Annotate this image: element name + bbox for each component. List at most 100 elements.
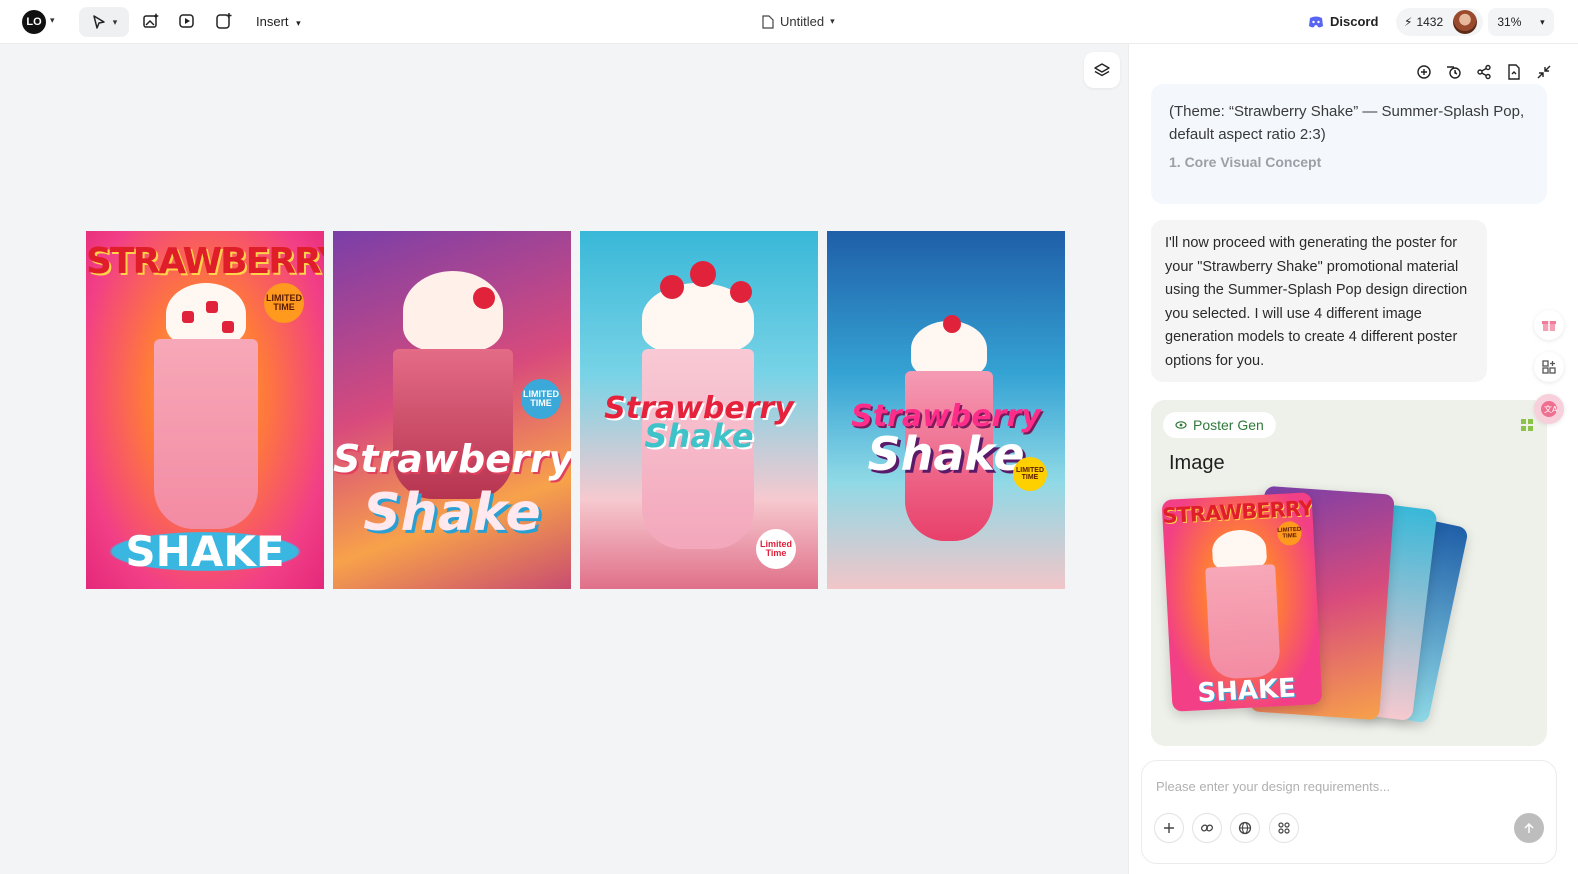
stacked-poster-1[interactable]: STRAWBERRY LIMITED TIME SHAKE <box>1161 492 1323 712</box>
assistant-panel: (Theme: “Strawberry Shake” — Summer-Spla… <box>1128 44 1578 874</box>
poster-gen-tag: Poster Gen <box>1163 412 1276 438</box>
document-title-menu[interactable]: Untitled ▾ <box>762 14 835 29</box>
top-toolbar: LO ▾ ▾ Insert ▾ Untitled ▾ Discord ⚡ 143… <box>0 0 1578 44</box>
strawberry-piece <box>206 301 218 313</box>
gift-icon <box>1542 321 1556 331</box>
zoom-level: 31% <box>1497 15 1522 29</box>
image-sparkle-icon <box>143 13 159 28</box>
frame-plus-icon <box>216 13 232 29</box>
strawberry-piece <box>690 261 716 287</box>
whipped-cream <box>166 283 246 345</box>
limited-time-badge: LIMITED TIME <box>521 379 561 419</box>
poster-gen-card[interactable]: Poster Gen Image STRAWBERRY LIMITED TIME… <box>1151 400 1547 746</box>
stack-badge: LIMITED TIME <box>1276 520 1303 547</box>
grid-icon[interactable] <box>1521 418 1533 436</box>
insert-label: Insert <box>256 14 289 29</box>
app-logo[interactable]: LO <box>22 10 46 34</box>
prompt-input[interactable] <box>1156 775 1536 797</box>
share-icon <box>1477 64 1491 80</box>
file-icon <box>1508 64 1520 80</box>
poster-option-3[interactable]: Strawberry Shake Limited Time <box>580 231 818 589</box>
chat-message-theme: (Theme: “Strawberry Shake” — Summer-Spla… <box>1151 84 1547 204</box>
poster-title-top: Strawberry <box>333 437 571 481</box>
poster-title-bottom: Shake <box>644 417 754 455</box>
strawberry-piece <box>730 281 752 303</box>
arrow-up-icon <box>1524 822 1534 833</box>
poster-gen-label: Poster Gen <box>1193 417 1264 433</box>
chat-plus-icon <box>1417 65 1431 79</box>
svg-text:文A: 文A <box>1544 404 1558 414</box>
history-icon <box>1447 66 1461 79</box>
video-gen-button[interactable] <box>176 10 198 32</box>
strawberry-piece <box>182 311 194 323</box>
eye-icon <box>1175 421 1187 429</box>
insert-menu[interactable]: Insert ▾ <box>256 14 301 29</box>
video-icon <box>179 14 194 28</box>
chat-message-assistant: I'll now proceed with generating the pos… <box>1151 220 1487 382</box>
apps-icon <box>1542 360 1556 374</box>
collapse-icon <box>1537 65 1551 79</box>
translate-button[interactable]: 文A <box>1534 394 1564 424</box>
gen-card-title: Image <box>1169 452 1225 474</box>
lightning-icon: ⚡ <box>1404 15 1413 29</box>
chevron-down-icon[interactable]: ▾ <box>50 15 55 26</box>
document-icon <box>762 14 774 29</box>
strawberry-piece <box>222 321 234 333</box>
poster-title-top: STRAWBERRY <box>86 241 324 282</box>
strawberry-piece <box>943 315 961 333</box>
stack-title-bottom: SHAKE <box>1196 673 1297 709</box>
plus-icon <box>1164 823 1174 833</box>
select-tool-button[interactable]: ▾ <box>79 7 129 37</box>
chevron-down-icon: ▾ <box>1540 16 1545 27</box>
gift-button[interactable] <box>1534 310 1564 340</box>
message-subheading: 1. Core Visual Concept <box>1169 154 1322 170</box>
collapse-panel-button[interactable] <box>1534 62 1554 82</box>
discord-icon <box>1309 16 1323 27</box>
strawberry-piece <box>473 287 495 309</box>
layers-button[interactable] <box>1084 52 1120 88</box>
add-attachment-button[interactable] <box>1154 813 1184 843</box>
credits-count: 1432 <box>1416 15 1444 29</box>
file-export-button[interactable] <box>1504 62 1524 82</box>
panel-toolbar <box>1414 62 1554 82</box>
history-button[interactable] <box>1444 62 1464 82</box>
limited-time-badge: LIMITED TIME <box>264 283 304 323</box>
poster-option-1[interactable]: STRAWBERRY LIMITED TIME SHAKE <box>86 231 324 589</box>
prompt-composer <box>1141 760 1557 864</box>
share-button[interactable] <box>1474 62 1494 82</box>
web-search-button[interactable] <box>1230 813 1260 843</box>
apps-button[interactable] <box>1534 352 1564 382</box>
poster-title-bottom: Shake <box>363 483 541 543</box>
limited-time-badge: Limited Time <box>756 529 796 569</box>
poster-option-2[interactable]: LIMITED TIME Strawberry Shake <box>333 231 571 589</box>
zoom-dropdown[interactable]: 31% ▾ <box>1488 8 1554 36</box>
strawberry-piece <box>660 275 684 299</box>
milkshake-glass <box>154 339 258 529</box>
tools-button[interactable] <box>1269 813 1299 843</box>
credits-badge[interactable]: ⚡ 1432 <box>1396 8 1484 36</box>
new-chat-button[interactable] <box>1414 62 1434 82</box>
globe-icon <box>1238 821 1252 835</box>
chevron-down-icon: ▾ <box>112 16 118 27</box>
layers-icon <box>1094 63 1110 77</box>
send-button[interactable] <box>1514 813 1544 843</box>
message-text: (Theme: “Strawberry Shake” — Summer-Spla… <box>1169 103 1525 143</box>
link-icon <box>1200 824 1214 832</box>
document-title: Untitled <box>780 14 825 29</box>
limited-time-badge: LIMITED TIME <box>1013 457 1047 491</box>
poster-title-bottom: SHAKE <box>86 527 324 576</box>
discord-label: Discord <box>1330 14 1379 29</box>
cursor-icon <box>92 15 105 29</box>
chevron-down-icon: ▾ <box>830 16 835 26</box>
frame-add-button[interactable] <box>213 10 235 32</box>
translate-icon: 文A <box>1541 401 1558 417</box>
link-button[interactable] <box>1192 813 1222 843</box>
discord-link[interactable]: Discord <box>1308 14 1378 29</box>
grid-icon <box>1278 822 1290 834</box>
image-gen-button[interactable] <box>140 10 162 32</box>
whipped-cream <box>403 271 503 351</box>
chevron-down-icon: ▾ <box>296 18 301 28</box>
user-avatar[interactable] <box>1453 10 1478 34</box>
poster-option-4[interactable]: Strawberry Shake LIMITED TIME <box>827 231 1065 589</box>
milkshake-glass <box>1205 564 1281 680</box>
